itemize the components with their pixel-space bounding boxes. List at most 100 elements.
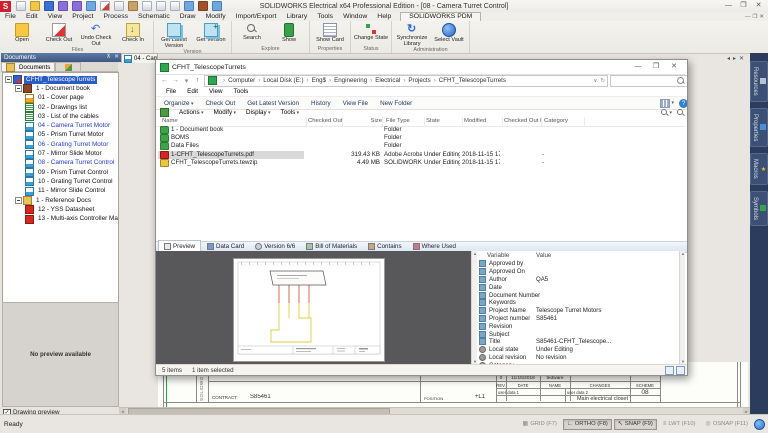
- breadcrumb-item[interactable]: CFHT_TelescopeTurrets: [431, 77, 506, 84]
- tree-item[interactable]: CFHT_TelescopeTurrets: [3, 75, 118, 84]
- tree-item[interactable]: 07 - Mirror Slide Motor: [3, 149, 118, 158]
- expand-icon[interactable]: [5, 76, 12, 83]
- menu-process[interactable]: Process: [98, 12, 133, 21]
- view-mode-caret-icon[interactable]: ▾: [671, 100, 674, 106]
- show-card-button[interactable]: Show Card: [312, 22, 348, 46]
- show-button[interactable]: Show: [271, 22, 307, 46]
- doc-close-icon[interactable]: [759, 14, 764, 20]
- web-icon[interactable]: [212, 1, 222, 11]
- toggle-grid[interactable]: ▦GRID (F7): [519, 419, 561, 430]
- tab-next-icon[interactable]: ▸: [733, 55, 736, 62]
- property-row[interactable]: Approved by: [477, 260, 673, 268]
- cmd-history[interactable]: History: [311, 100, 331, 107]
- redo-icon[interactable]: [72, 1, 82, 11]
- dock-tab-resources[interactable]: Resources: [750, 61, 768, 102]
- menu-schematic[interactable]: Schematic: [133, 12, 175, 21]
- property-row[interactable]: Approved On: [477, 268, 673, 276]
- cmd-get-latest-version[interactable]: Get Latest Version: [247, 100, 299, 107]
- breadcrumb-item[interactable]: Local Disk (E:): [255, 77, 303, 84]
- dock-tab-macros[interactable]: Macros: [750, 153, 768, 185]
- cmd-view-file[interactable]: View File: [343, 100, 368, 107]
- toggle-ortho[interactable]: ∟ORTHO (F8): [563, 419, 612, 430]
- tab-solidworks-pdm[interactable]: SOLIDWORKS PDM: [400, 12, 481, 21]
- book-icon[interactable]: [198, 1, 208, 11]
- property-row[interactable]: Subject: [477, 330, 673, 338]
- menu-view[interactable]: View: [43, 12, 68, 21]
- pdm-menu-view[interactable]: View: [204, 87, 228, 96]
- tab-prev-icon[interactable]: ◂: [727, 55, 730, 62]
- pdm-maximize-icon[interactable]: [648, 62, 664, 72]
- menu-file[interactable]: File: [0, 12, 21, 21]
- refresh-icon[interactable]: [86, 1, 96, 11]
- pdm-menu-file[interactable]: File: [161, 87, 181, 96]
- menu-tools-dropdown[interactable]: Tools: [281, 109, 300, 116]
- column-header-name[interactable]: Name: [160, 117, 307, 126]
- menu-window[interactable]: Window: [338, 12, 372, 21]
- cmd-check-out[interactable]: Check Out: [205, 100, 235, 107]
- sync-library-button[interactable]: Synchronize Library: [394, 22, 430, 47]
- refresh-icon[interactable]: ↻: [600, 78, 605, 84]
- file-row[interactable]: 1-CFHT_TelescopeTurrets.pdf319.43 KBAdob…: [156, 151, 685, 159]
- undo-icon[interactable]: [58, 1, 68, 11]
- tree-item[interactable]: 1 - Reference Docs: [3, 196, 118, 205]
- toggle-lwt[interactable]: ≡LWT (F10): [659, 419, 700, 430]
- close-icon[interactable]: [752, 1, 765, 11]
- property-row[interactable]: Project NameTelescope Turret Motors: [477, 307, 673, 315]
- change-state-button[interactable]: Change State: [353, 22, 389, 46]
- menu-library[interactable]: Library: [281, 12, 312, 21]
- menu-project[interactable]: Project: [67, 12, 98, 21]
- breadcrumb-item[interactable]: Computer: [220, 77, 255, 84]
- tree-item[interactable]: 1 - Document book: [3, 84, 118, 93]
- menu-draw[interactable]: Draw: [175, 12, 201, 21]
- tree-item[interactable]: 08 - Camera Turret Control: [3, 159, 118, 168]
- tree-item[interactable]: 04 - Camera Turret Motor: [3, 121, 118, 130]
- column-header-checked-out-by[interactable]: Checked Out By: [306, 117, 343, 126]
- property-row[interactable]: Local revisionNo revision: [477, 354, 673, 362]
- select-vault-button[interactable]: Select Vault: [431, 22, 467, 47]
- file-row[interactable]: BOMSFolder: [156, 134, 685, 142]
- column-header-checked-out-in[interactable]: Checked Out In: [502, 117, 542, 126]
- zoom-fit-icon[interactable]: [170, 1, 180, 11]
- property-row[interactable]: Document Number: [477, 291, 673, 299]
- tree-item[interactable]: 11 - Mirror Slide Control: [3, 187, 118, 196]
- save-icon[interactable]: [44, 1, 54, 11]
- forward-icon[interactable]: →: [171, 77, 180, 84]
- file-row[interactable]: 1 - Document bookFolder: [156, 126, 685, 134]
- address-dropdown-icon[interactable]: ∨: [593, 78, 597, 84]
- cmd-new-folder[interactable]: New Folder: [380, 100, 412, 107]
- menu-edit[interactable]: Edit: [21, 12, 43, 21]
- tab-documents[interactable]: Documents: [1, 62, 55, 71]
- preview-toggle-icon[interactable]: [676, 366, 685, 375]
- panel-close-icon[interactable]: [113, 54, 120, 61]
- expand-icon[interactable]: [15, 197, 22, 204]
- details-view-icon[interactable]: [665, 366, 674, 375]
- paste-icon[interactable]: [128, 1, 138, 11]
- file-row[interactable]: Data FilesFolder: [156, 142, 685, 150]
- tree-item[interactable]: 05 - Prism Turret Motor: [3, 131, 118, 140]
- copy-icon[interactable]: [114, 1, 124, 11]
- menu-display-dropdown[interactable]: Display: [246, 109, 271, 116]
- toggle-snap[interactable]: ↖SNAP (F9): [614, 419, 657, 430]
- search-button[interactable]: Search: [234, 22, 270, 46]
- dock-tab-symbols[interactable]: Symbols: [750, 191, 768, 226]
- breadcrumb-item[interactable]: Electrical: [367, 77, 400, 84]
- pin-icon[interactable]: [105, 54, 112, 61]
- search-input[interactable]: [610, 75, 688, 87]
- property-row[interactable]: Keywords: [477, 299, 673, 307]
- tree-item[interactable]: 06 - Grating Turret Motor: [3, 140, 118, 149]
- property-row[interactable]: Project numberS85461: [477, 315, 673, 323]
- pdm-menu-edit[interactable]: Edit: [182, 87, 203, 96]
- breadcrumb[interactable]: ComputerLocal Disk (E:)Eng$EngineeringEl…: [204, 75, 608, 87]
- get-version-button[interactable]: Get Version: [193, 22, 229, 49]
- tree-item[interactable]: 13 - Multi-axis Controller Manual: [3, 214, 118, 223]
- menu-tools[interactable]: Tools: [312, 12, 338, 21]
- search-files-icon[interactable]: [677, 109, 684, 116]
- tree-item[interactable]: 01 - Cover page: [3, 94, 118, 103]
- check-in-button[interactable]: Check In: [115, 22, 151, 47]
- file-row[interactable]: CFHT_TelescopeTurrets.tewzip4.49 MBSOLID…: [156, 159, 685, 167]
- view-mode-icon[interactable]: [660, 99, 670, 108]
- column-header-state[interactable]: State: [424, 117, 463, 126]
- settings-gear-icon[interactable]: [754, 419, 765, 430]
- properties-scrollbar[interactable]: ▲ ▼: [679, 251, 685, 364]
- tree-item[interactable]: 09 - Prism Turret Control: [3, 168, 118, 177]
